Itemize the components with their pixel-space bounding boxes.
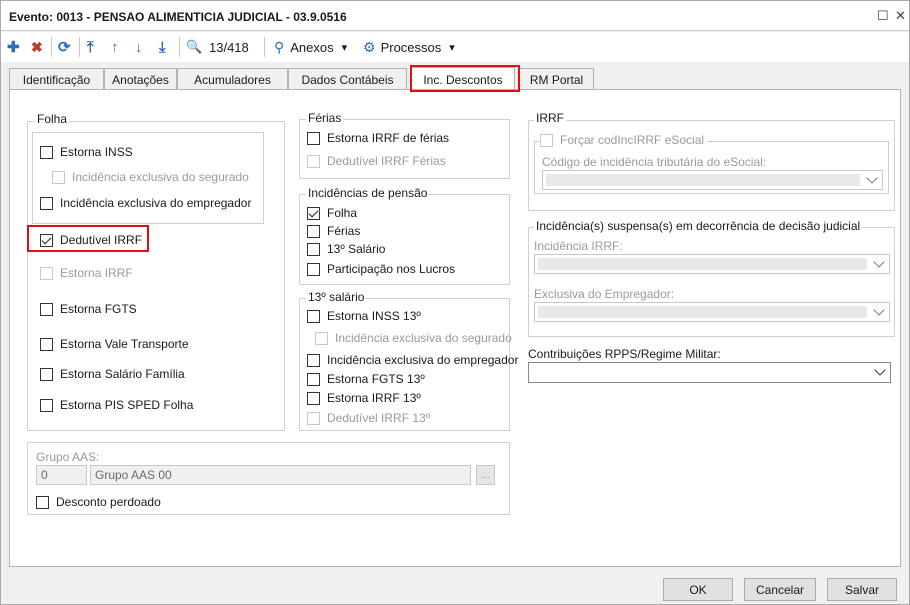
decimo-dedutivel-irrf-checkbox[interactable]: Dedutível IRRF 13º — [307, 411, 430, 425]
record-position: 13/418 — [209, 39, 249, 55]
tab-anotacoes[interactable]: Anotações — [104, 68, 177, 90]
estorna-fgts-checkbox[interactable]: Estorna FGTS — [40, 302, 137, 316]
search-icon[interactable]: 🔍 — [186, 37, 202, 57]
estorna-vale-transporte-checkbox[interactable]: Estorna Vale Transporte — [40, 337, 189, 351]
tab-identificacao[interactable]: Identificação — [9, 68, 104, 90]
grupo-aas-browse-button[interactable]: ... — [476, 465, 495, 485]
incidencia-irrf-label: Incidência IRRF: — [534, 239, 623, 253]
anexos-menu[interactable]: ⚲ Anexos ▾ — [274, 37, 347, 57]
toolbar-separator — [264, 37, 265, 57]
close-icon[interactable]: ✕ — [895, 8, 906, 24]
toolbar-separator — [79, 37, 80, 57]
tab-acumuladores[interactable]: Acumuladores — [177, 68, 288, 90]
incidencia-segurado-checkbox[interactable]: Incidência exclusiva do segurado — [52, 170, 249, 184]
first-record-icon[interactable]: ⤒ — [87, 37, 94, 57]
previous-record-icon[interactable]: ↑ — [111, 37, 119, 57]
restore-icon[interactable]: ☐ — [877, 8, 889, 24]
save-button[interactable]: Salvar — [827, 578, 897, 601]
ferias-group — [299, 119, 510, 179]
processos-menu[interactable]: ⚙ Processos ▾ — [363, 37, 455, 57]
codigo-incidencia-label: Código de incidência tributária do eSoci… — [542, 155, 767, 169]
tab-rm-portal[interactable]: RM Portal — [519, 68, 594, 90]
decimo-group-title: 13º salário — [306, 290, 367, 304]
pensao-ferias-checkbox[interactable]: Férias — [307, 224, 360, 238]
ok-button[interactable]: OK — [663, 578, 733, 601]
decimo-estorna-inss-checkbox[interactable]: Estorna INSS 13º — [307, 309, 421, 323]
toolbar: ✚ ✖ ⟳ ⤒ ↑ ↓ ⤓ 🔍 13/418 ⚲ Anexos ▾ ⚙ Proc… — [1, 32, 909, 62]
chevron-down-icon — [873, 256, 885, 268]
decimo-estorna-fgts-checkbox[interactable]: Estorna FGTS 13º — [307, 372, 425, 386]
gear-icon: ⚙ — [363, 38, 376, 55]
pensao-folha-checkbox[interactable]: Folha — [307, 206, 357, 220]
estorna-pis-checkbox[interactable]: Estorna PIS SPED Folha — [40, 398, 193, 412]
anexos-label: Anexos — [290, 39, 334, 55]
pensao-group-title: Incidências de pensão — [306, 186, 430, 200]
last-record-icon[interactable]: ⤓ — [159, 37, 166, 57]
pensao-decimo-checkbox[interactable]: 13º Salário — [307, 242, 385, 256]
exclusiva-empregador-combo[interactable] — [534, 302, 890, 322]
cancel-button[interactable]: Cancelar — [744, 578, 816, 601]
next-record-icon[interactable]: ↓ — [135, 37, 143, 57]
estorna-salario-familia-checkbox[interactable]: Estorna Salário Família — [40, 367, 185, 381]
estorna-irrf-checkbox[interactable]: Estorna IRRF — [40, 266, 133, 280]
chevron-down-icon — [873, 304, 885, 316]
toolbar-separator — [51, 37, 52, 57]
chevron-down-icon: ▾ — [341, 41, 348, 54]
chevron-down-icon — [866, 172, 878, 184]
chevron-down-icon: ▾ — [449, 41, 455, 54]
title-bar: Evento: 0013 - PENSAO ALIMENTICIA JUDICI… — [1, 1, 909, 31]
pensao-participacao-checkbox[interactable]: Participação nos Lucros — [307, 262, 455, 276]
grupo-aas-label: Grupo AAS: — [36, 450, 100, 464]
paperclip-icon: ⚲ — [274, 38, 285, 55]
add-icon[interactable]: ✚ — [7, 37, 20, 57]
contribuicoes-label: Contribuições RPPS/Regime Militar: — [528, 347, 721, 361]
folha-group-title: Folha — [35, 112, 70, 126]
tab-panel-inc-descontos: Folha Estorna INSS Incidência exclusiva … — [9, 89, 901, 567]
tab-dados-contabeis[interactable]: Dados Contábeis — [288, 68, 407, 90]
processos-label: Processos — [380, 39, 442, 55]
exclusiva-empregador-label: Exclusiva do Empregador: — [534, 287, 675, 301]
tab-inc-descontos[interactable]: Inc. Descontos — [411, 67, 515, 91]
incidencia-empregador-checkbox[interactable]: Incidência exclusiva do empregador — [40, 196, 251, 210]
dedutivel-irrf-checkbox[interactable]: Dedutível IRRF — [40, 233, 142, 247]
contribuicoes-combo[interactable] — [528, 362, 891, 383]
dedutivel-irrf-ferias-checkbox[interactable]: Dedutível IRRF Férias — [307, 154, 446, 168]
incidencia-irrf-combo[interactable] — [534, 254, 890, 274]
estorna-irrf-ferias-checkbox[interactable]: Estorna IRRF de férias — [307, 131, 449, 145]
suspensa-group-title: Incidência(s) suspensa(s) em decorrência… — [534, 219, 863, 233]
estorna-inss-checkbox[interactable]: Estorna INSS — [40, 145, 133, 159]
grupo-aas-name-field[interactable]: Grupo AAS 00 — [90, 465, 471, 485]
window-title: Evento: 0013 - PENSAO ALIMENTICIA JUDICI… — [9, 10, 347, 24]
refresh-icon[interactable]: ⟳ — [58, 37, 71, 57]
codigo-incidencia-combo[interactable] — [542, 170, 883, 190]
delete-icon[interactable]: ✖ — [31, 37, 43, 57]
decimo-incidencia-empregador-checkbox[interactable]: Incidência exclusiva do empregador — [307, 353, 518, 367]
decimo-estorna-irrf-checkbox[interactable]: Estorna IRRF 13º — [307, 391, 421, 405]
forcar-codincirrf-checkbox[interactable]: Forçar codIncIRRF eSocial — [540, 133, 708, 147]
toolbar-separator — [179, 37, 180, 57]
irrf-group-title: IRRF — [534, 111, 566, 125]
desconto-perdoado-checkbox[interactable]: Desconto perdoado — [36, 495, 161, 509]
grupo-aas-code-field[interactable]: 0 — [36, 465, 87, 485]
chevron-down-icon — [874, 364, 886, 376]
ferias-group-title: Férias — [306, 111, 344, 125]
decimo-incidencia-segurado-checkbox[interactable]: Incidência exclusiva do segurado — [315, 331, 512, 345]
dialog-window: Evento: 0013 - PENSAO ALIMENTICIA JUDICI… — [0, 0, 910, 605]
